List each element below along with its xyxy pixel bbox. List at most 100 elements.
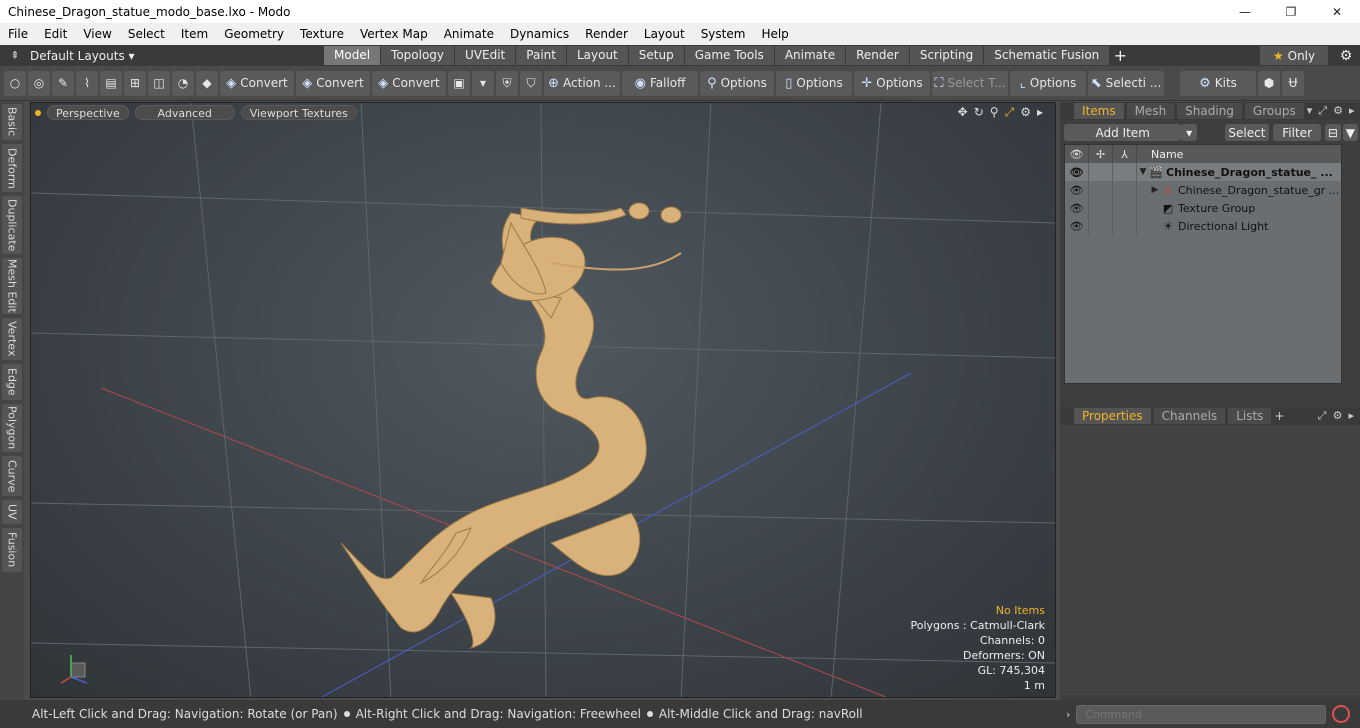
viewport-textures-dropdown[interactable]: Viewport Textures xyxy=(240,105,357,120)
menu-animate[interactable]: Animate xyxy=(436,23,502,45)
convert-button-1[interactable]: ◈ Convert xyxy=(220,70,294,96)
tab-schematic-fusion[interactable]: Schematic Fusion xyxy=(984,46,1110,65)
tab-scripting[interactable]: Scripting xyxy=(909,46,984,65)
properties-more-icon[interactable]: ▸ xyxy=(1348,409,1354,423)
tree-row-scene[interactable]: 👁 ▼ 🎬 Chinese_Dragon_statue_ ... xyxy=(1065,163,1341,181)
filter-button[interactable]: Filter xyxy=(1273,124,1322,141)
falloff-button[interactable]: ◉ Falloff xyxy=(622,70,698,96)
menu-dynamics[interactable]: Dynamics xyxy=(502,23,577,45)
eye-icon[interactable]: 👁 xyxy=(1065,217,1089,235)
select-polygons-icon[interactable]: ▤ xyxy=(100,70,122,96)
layouts-dropdown[interactable]: Default Layouts ▾ xyxy=(30,49,150,63)
action-center-button[interactable]: ⊕ Action ... xyxy=(544,70,620,96)
tab-channels[interactable]: Channels xyxy=(1153,408,1226,424)
chevron-down-icon[interactable]: ▾ xyxy=(472,70,494,96)
tab-groups[interactable]: Groups xyxy=(1244,103,1304,119)
command-input[interactable] xyxy=(1076,704,1327,724)
add-tab-button[interactable]: + xyxy=(1110,46,1130,65)
tab-model[interactable]: Model xyxy=(324,46,381,65)
eye-icon[interactable]: 👁 xyxy=(1065,163,1089,181)
tab-mesh-edit[interactable]: Mesh Edit xyxy=(2,258,22,314)
layout-pin-icon[interactable]: ⇞ xyxy=(0,49,30,62)
unity-icon[interactable]: ⬢ xyxy=(1258,70,1280,96)
lock-header-icon[interactable]: ✢ xyxy=(1089,145,1113,163)
tab-duplicate[interactable]: Duplicate xyxy=(2,196,22,254)
tree-row-mesh-group[interactable]: 👁 ▶ ⅄ Chinese_Dragon_statue_gr ... xyxy=(1065,181,1341,199)
maximize-viewport-icon[interactable]: ⤢ xyxy=(1005,105,1015,120)
tab-layout[interactable]: Layout xyxy=(566,46,628,65)
tab-mesh[interactable]: Mesh ... xyxy=(1126,103,1175,134)
chevron-down-icon[interactable]: ▾ xyxy=(1307,104,1313,118)
tab-edge[interactable]: Edge xyxy=(2,364,22,400)
menu-view[interactable]: View xyxy=(75,23,119,45)
tree-row-directional-light[interactable]: 👁 ☀ Directional Light xyxy=(1065,217,1341,235)
zoom-icon[interactable]: ⚲ xyxy=(990,105,999,120)
tab-lists[interactable]: Lists xyxy=(1228,408,1272,424)
tab-items[interactable]: Items xyxy=(1074,103,1124,119)
convert-button-3[interactable]: ◈ Convert xyxy=(372,70,446,96)
only-toggle[interactable]: ★ Only xyxy=(1260,46,1328,65)
menu-select[interactable]: Select xyxy=(120,23,173,45)
expand-icon[interactable]: ⤢ xyxy=(1318,409,1327,423)
select-button[interactable]: Select xyxy=(1224,124,1270,141)
add-item-button[interactable]: Add Item xyxy=(1064,124,1182,141)
select-pivot-icon[interactable]: ◔ xyxy=(172,70,194,96)
viewport-gear-icon[interactable]: ⚙ xyxy=(1020,105,1031,120)
advanced-dropdown[interactable]: Advanced xyxy=(134,105,235,120)
pan-icon[interactable]: ✥ xyxy=(958,105,968,120)
expand-arrow-icon[interactable]: ▼ xyxy=(1137,167,1149,177)
tab-vertex[interactable]: Vertex xyxy=(2,318,22,360)
brush-tool-icon[interactable]: ⌇ xyxy=(76,70,98,96)
tab-polygon[interactable]: Polygon xyxy=(2,404,22,452)
selection-button[interactable]: ⬉ Selecti ... xyxy=(1088,70,1164,96)
tab-uvedit[interactable]: UVEdit xyxy=(455,46,516,65)
menu-render[interactable]: Render xyxy=(577,23,636,45)
select-items-icon[interactable]: ⊞ xyxy=(124,70,146,96)
type-header-icon[interactable]: ⅄ xyxy=(1113,145,1137,163)
add-item-dropdown-icon[interactable]: ▾ xyxy=(1181,124,1197,141)
eye-icon[interactable]: 👁 xyxy=(1065,181,1089,199)
tab-animate[interactable]: Animate xyxy=(774,46,846,65)
funnel-icon[interactable]: ▼ xyxy=(1342,124,1359,141)
select-through-button[interactable]: ⛶ Select T... xyxy=(932,70,1008,96)
kits-button[interactable]: ⚙ Kits xyxy=(1180,70,1256,96)
rotate-icon[interactable]: ↻ xyxy=(974,105,984,120)
tab-uv[interactable]: UV xyxy=(2,500,22,524)
close-button[interactable]: ✕ xyxy=(1314,0,1360,23)
menu-layout[interactable]: Layout xyxy=(636,23,693,45)
minimize-button[interactable]: — xyxy=(1222,0,1268,23)
menu-geometry[interactable]: Geometry xyxy=(216,23,292,45)
panel-gear-icon[interactable]: ⚙ xyxy=(1333,104,1343,118)
record-macro-icon[interactable] xyxy=(1332,705,1351,723)
options-button-1[interactable]: ⚲ Options xyxy=(700,70,774,96)
menu-edit[interactable]: Edit xyxy=(36,23,75,45)
menu-help[interactable]: Help xyxy=(753,23,796,45)
collapse-arrow-icon[interactable]: ▶ xyxy=(1149,185,1161,195)
add-properties-tab-button[interactable]: + xyxy=(1274,409,1284,423)
properties-gear-icon[interactable]: ⚙ xyxy=(1333,409,1343,423)
tab-shading[interactable]: Shading xyxy=(1177,103,1242,119)
visibility-header-icon[interactable]: 👁 xyxy=(1065,145,1089,163)
3d-viewport[interactable]: Perspective Advanced Viewport Textures ✥… xyxy=(30,102,1056,698)
select-materials-icon[interactable]: ◫ xyxy=(148,70,170,96)
select-vertices-icon[interactable]: ○ xyxy=(4,70,26,96)
box-icon[interactable]: ▣ xyxy=(448,70,470,96)
pen-tool-icon[interactable]: ✎ xyxy=(52,70,74,96)
convert-button-2[interactable]: ◈ Convert xyxy=(296,70,370,96)
tab-curve[interactable]: Curve xyxy=(2,456,22,496)
symmetry-icon[interactable]: ⛨ xyxy=(496,70,518,96)
tab-properties[interactable]: Properties xyxy=(1074,408,1151,424)
tree-scrollbar[interactable] xyxy=(1343,145,1357,385)
collapse-icon[interactable]: ⊟ xyxy=(1325,124,1341,141)
expand-icon[interactable]: ⤢ xyxy=(1318,104,1327,118)
menu-item[interactable]: Item xyxy=(173,23,216,45)
viewport-menu-dot[interactable] xyxy=(35,109,41,116)
snap-icon[interactable]: ⛉ xyxy=(520,70,542,96)
unreal-icon[interactable]: Ʉ xyxy=(1282,70,1304,96)
tab-topology[interactable]: Topology xyxy=(381,46,455,65)
options-button-3[interactable]: ✛ Options xyxy=(854,70,930,96)
tab-game-tools[interactable]: Game Tools xyxy=(684,46,774,65)
tab-render[interactable]: Render xyxy=(846,46,909,65)
options-button-2[interactable]: ▯ Options xyxy=(776,70,852,96)
menu-system[interactable]: System xyxy=(693,23,754,45)
